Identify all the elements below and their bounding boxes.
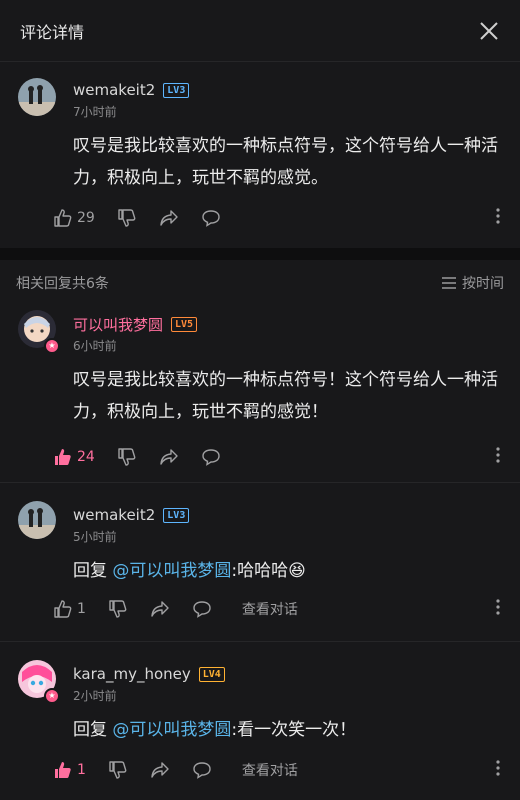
like-count: 24	[77, 449, 95, 465]
comment-button[interactable]	[201, 208, 221, 228]
reply-text: 回复 @可以叫我梦圆:哈哈哈😆	[73, 555, 500, 587]
level-badge: LV4	[198, 666, 225, 682]
like-count: 1	[77, 601, 86, 617]
share-icon	[151, 601, 169, 617]
close-icon[interactable]	[478, 20, 500, 42]
page-title: 评论详情	[20, 22, 85, 42]
thumbs-up-icon	[54, 600, 72, 618]
like-button[interactable]: 1	[53, 599, 86, 619]
username[interactable]: 可以叫我梦圆	[73, 314, 163, 335]
comment-bubble-icon	[193, 601, 211, 618]
reply-text: 回复 @可以叫我梦圆:看一次笑一次！	[73, 714, 500, 746]
dislike-button[interactable]	[117, 447, 137, 467]
more-options-icon[interactable]	[496, 760, 500, 776]
reply-text: 叹号是我比较喜欢的一种标点符号！这个符号给人一种活力，积极向上，玩世不羁的感觉！	[73, 370, 498, 422]
comment-text: 叹号是我比较喜欢的一种标点符号，这个符号给人一种活力，积极向上，玩世不羁的感觉。	[73, 136, 498, 188]
comment-actions: 29	[53, 205, 500, 231]
like-button[interactable]: 24	[53, 447, 95, 467]
username[interactable]: wemakeit2	[73, 506, 155, 524]
thumbs-down-icon	[109, 761, 127, 779]
comment-bubble-icon	[193, 762, 211, 779]
user-badge-icon: ★	[44, 338, 60, 354]
share-icon	[160, 449, 178, 465]
header: 评论详情	[0, 0, 520, 62]
username[interactable]: kara_my_honey	[73, 665, 191, 683]
replies-header: 相关回复共6条 按时间	[0, 260, 520, 306]
share-icon	[160, 210, 178, 226]
thumbs-down-icon	[118, 209, 136, 227]
reply-actions: 24	[53, 444, 500, 470]
reply-actions: 1 查看对话	[53, 757, 500, 783]
comment-bubble-icon	[202, 210, 220, 227]
username[interactable]: wemakeit2	[73, 81, 155, 99]
sort-button[interactable]: 按时间	[442, 273, 504, 293]
comment-button[interactable]	[192, 760, 212, 780]
reply-prefix: 回复	[73, 720, 113, 740]
sort-lines-icon	[442, 277, 456, 289]
share-button[interactable]	[150, 599, 170, 619]
share-button[interactable]	[150, 760, 170, 780]
comment-bubble-icon	[202, 449, 220, 466]
mention-link[interactable]: @可以叫我梦圆	[112, 720, 231, 740]
like-button[interactable]: 1	[53, 760, 86, 780]
reply-item: ★ 可以叫我梦圆 LV5 6小时前 叹号是我比较喜欢的一种标点符号！这个符号给人…	[0, 306, 520, 482]
level-badge: LV3	[163, 507, 190, 523]
view-conversation-link[interactable]: 查看对话	[242, 760, 298, 780]
main-comment: wemakeit2 LV3 7小时前 叹号是我比较喜欢的一种标点符号，这个符号给…	[0, 62, 520, 248]
avatar[interactable]	[18, 78, 56, 116]
section-gap	[0, 248, 520, 260]
thumbs-down-icon	[109, 600, 127, 618]
laughing-emoji-icon: 😆	[288, 561, 306, 581]
like-button[interactable]: 29	[53, 208, 95, 228]
reply-actions: 1 查看对话	[53, 596, 500, 622]
timestamp: 7小时前	[73, 105, 117, 119]
thumbs-up-filled-icon	[55, 449, 71, 465]
reply-prefix: 回复	[73, 561, 113, 581]
timestamp: 2小时前	[73, 689, 117, 703]
reply-body: :看一次笑一次！	[231, 720, 357, 740]
like-count: 1	[77, 762, 86, 778]
thumbs-up-filled-icon	[55, 762, 71, 778]
timestamp: 6小时前	[73, 339, 117, 353]
reply-item: ★ kara_my_honey LV4 2小时前 回复 @可以叫我梦圆:看一次笑…	[0, 642, 520, 800]
thumbs-up-icon	[54, 209, 72, 227]
dislike-button[interactable]	[108, 760, 128, 780]
reply-body: :哈哈哈	[231, 561, 289, 581]
dislike-button[interactable]	[108, 599, 128, 619]
share-button[interactable]	[159, 208, 179, 228]
view-conversation-link[interactable]: 查看对话	[242, 599, 298, 619]
sort-label: 按时间	[462, 276, 504, 292]
comment-button[interactable]	[201, 447, 221, 467]
comment-button[interactable]	[192, 599, 212, 619]
thumbs-down-icon	[118, 448, 136, 466]
more-options-icon[interactable]	[496, 447, 500, 463]
dislike-button[interactable]	[117, 208, 137, 228]
share-button[interactable]	[159, 447, 179, 467]
like-count: 29	[77, 210, 95, 226]
share-icon	[151, 762, 169, 778]
mention-link[interactable]: @可以叫我梦圆	[112, 561, 231, 581]
level-badge: LV3	[163, 82, 190, 98]
user-badge-icon: ★	[44, 688, 60, 704]
timestamp: 5小时前	[73, 530, 117, 544]
avatar[interactable]	[18, 501, 56, 539]
replies-count-label: 相关回复共6条	[16, 276, 109, 292]
reply-item: wemakeit2 LV3 5小时前 回复 @可以叫我梦圆:哈哈哈😆 1 查看对…	[0, 483, 520, 641]
more-options-icon[interactable]	[496, 599, 500, 615]
more-options-icon[interactable]	[496, 208, 500, 224]
level-badge: LV5	[171, 316, 198, 332]
